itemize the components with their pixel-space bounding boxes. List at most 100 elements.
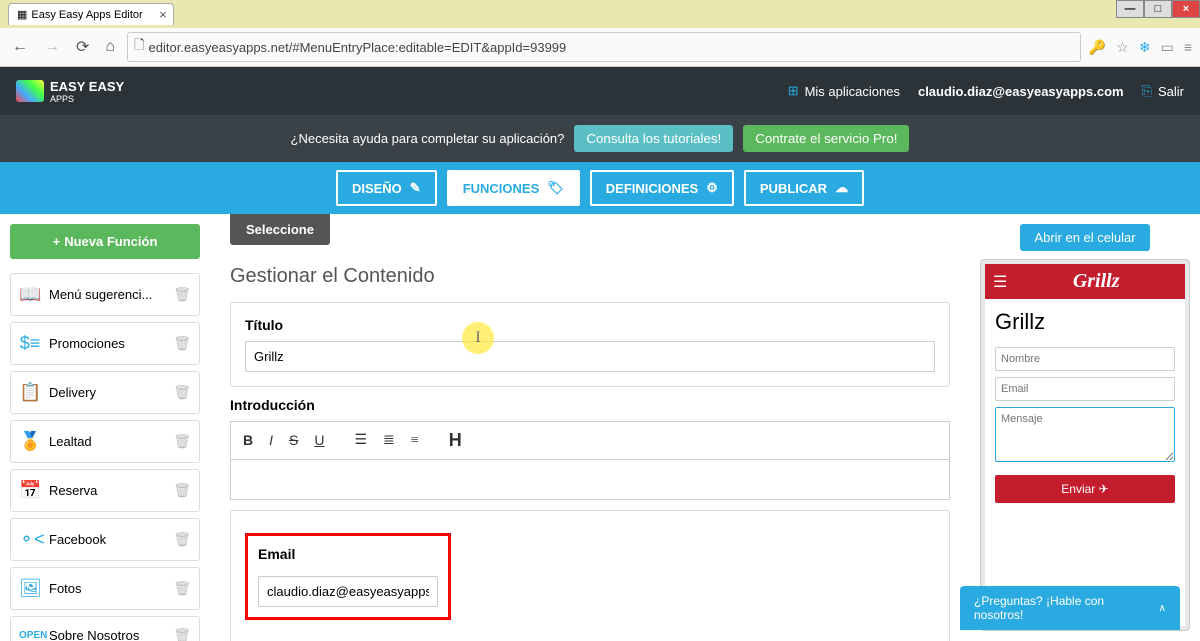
logo-text-2: APPS [50, 94, 124, 104]
trash-icon[interactable]: 🗑 [173, 433, 191, 450]
send-icon: ✈ [1099, 482, 1109, 496]
window-close[interactable]: × [1172, 0, 1200, 18]
open-mobile-button[interactable]: Abrir en el celular [1020, 224, 1149, 251]
dollar-icon: $≡ [19, 333, 41, 354]
editor-toolbar: B I S U ☰ ≣ ≡ H [230, 421, 950, 460]
cloud-icon: ☁ [835, 180, 848, 196]
sidebar-item-facebook[interactable]: ⚬<Facebook🗑 [10, 518, 200, 561]
sidebar-item-label: Menú sugerenci... [49, 287, 165, 302]
address-bar[interactable]: 🗋 editor.easyeasyapps.net/#MenuEntryPlac… [127, 32, 1081, 62]
select-tab[interactable]: Seleccione [230, 214, 330, 245]
phone-name-input[interactable] [995, 347, 1175, 371]
tab-favicon: ▦ [17, 8, 27, 21]
chevron-up-icon: ∧ [1159, 603, 1166, 614]
trash-icon[interactable]: 🗑 [173, 531, 191, 548]
intro-label: Introducción [230, 397, 950, 413]
sidebar-item-about[interactable]: OPENSobre Nosotros🗑 [10, 616, 200, 641]
grid-icon: ⊞ [788, 83, 799, 99]
sidebar-item-loyalty[interactable]: 🏅 Lealtad 🗑 [10, 420, 200, 463]
url-text: editor.easyeasyapps.net/#MenuEntryPlace:… [149, 40, 567, 55]
tab-functions[interactable]: FUNCIONES 🏷 [447, 170, 580, 206]
trash-icon[interactable]: 🗑 [173, 580, 191, 597]
phone-app-name: Grillz [1015, 270, 1177, 293]
logout-link[interactable]: ⎘ Salir [1142, 83, 1184, 99]
tab-publish[interactable]: PUBLICAR ☁ [744, 170, 864, 206]
clipboard-icon: 📋 [19, 382, 41, 403]
logo-text-1: EASY EASY [50, 79, 124, 94]
menu-icon[interactable]: ≡ [1184, 39, 1192, 56]
key-icon[interactable]: 🔑 [1089, 39, 1106, 56]
tab-publish-label: PUBLICAR [760, 181, 827, 196]
ul-button[interactable]: ☰ [348, 430, 373, 451]
hamburger-icon[interactable]: ☰ [993, 272, 1007, 292]
align-button[interactable]: ≡ [405, 431, 425, 451]
page-title: Gestionar el Contenido [230, 265, 950, 288]
forward-button[interactable]: → [40, 36, 64, 58]
title-label: Título [245, 317, 935, 333]
user-email[interactable]: claudio.diaz@easyeasyapps.com [918, 84, 1124, 99]
sidebar-item-label: Delivery [49, 385, 165, 400]
heading-button[interactable]: H [443, 428, 468, 453]
ext-icon[interactable]: ❄ [1139, 39, 1151, 56]
tab-close-icon[interactable]: × [159, 7, 167, 22]
logout-label: Salir [1158, 84, 1184, 99]
sidebar-item-label: Lealtad [49, 434, 165, 449]
ext2-icon[interactable]: ▭ [1161, 39, 1174, 56]
sidebar-item-label: Promociones [49, 336, 165, 351]
new-function-label: Nueva Función [64, 234, 157, 249]
photos-icon: 🖼 [19, 578, 41, 599]
bold-button[interactable]: B [237, 430, 259, 452]
logo-icon [16, 80, 44, 102]
phone-email-input[interactable] [995, 377, 1175, 401]
brush-icon: ✎ [410, 180, 421, 196]
tab-design-label: DISEÑO [352, 181, 402, 196]
strike-button[interactable]: S [283, 430, 304, 452]
sidebar-item-photos[interactable]: 🖼 Fotos 🗑 [10, 567, 200, 610]
pro-service-button[interactable]: Contrate el servicio Pro! [743, 125, 909, 152]
star-icon[interactable]: ☆ [1116, 39, 1129, 56]
trash-icon[interactable]: 🗑 [173, 482, 191, 499]
phone-send-button[interactable]: Enviar ✈ [995, 475, 1175, 503]
tutorials-button[interactable]: Consulta los tutoriales! [574, 125, 733, 152]
trash-icon[interactable]: 🗑 [173, 627, 191, 641]
ol-button[interactable]: ≣ [377, 430, 401, 451]
underline-button[interactable]: U [308, 430, 330, 452]
app-logo[interactable]: EASY EASY APPS [16, 79, 124, 104]
phone-message-input[interactable] [995, 407, 1175, 462]
tab-design[interactable]: DISEÑO ✎ [336, 170, 437, 206]
trash-icon[interactable]: 🗑 [173, 286, 191, 303]
ribbon-icon: 🏅 [19, 431, 41, 452]
reload-button[interactable]: ⟳ [72, 35, 93, 59]
new-function-button[interactable]: + Nueva Función [10, 224, 200, 259]
help-question: ¿Necesita ayuda para completar su aplica… [291, 131, 565, 146]
email-input[interactable] [258, 576, 438, 607]
tag-icon: 🏷 [547, 180, 564, 196]
sidebar-item-label: Reserva [49, 483, 165, 498]
trash-icon[interactable]: 🗑 [173, 335, 191, 352]
title-input[interactable] [245, 341, 935, 372]
intro-editor[interactable] [230, 460, 950, 500]
my-apps-link[interactable]: ⊞ Mis aplicaciones [788, 83, 900, 99]
window-minimize[interactable]: — [1116, 0, 1144, 18]
sidebar-item-label: Fotos [49, 581, 165, 596]
back-button[interactable]: ← [8, 36, 32, 58]
tab-functions-label: FUNCIONES [463, 181, 540, 196]
my-apps-label: Mis aplicaciones [805, 84, 900, 99]
trash-icon[interactable]: 🗑 [173, 384, 191, 401]
book-icon: 📖 [19, 284, 41, 305]
home-button[interactable]: ⌂ [101, 36, 119, 58]
sidebar-item-label: Facebook [49, 532, 165, 547]
cursor-highlight: I [462, 322, 494, 354]
email-highlight-box: Email [245, 533, 451, 620]
browser-tab[interactable]: ▦ Easy Easy Apps Editor × [8, 3, 174, 25]
sidebar-item-reserve[interactable]: 📅Reserva🗑 [10, 469, 200, 512]
italic-button[interactable]: I [263, 430, 279, 452]
sidebar-item-promos[interactable]: $≡ Promociones 🗑 [10, 322, 200, 365]
chat-widget[interactable]: ¿Preguntas? ¡Hable con nosotros! ∧ [960, 586, 1180, 630]
window-maximize[interactable]: □ [1144, 0, 1172, 18]
email-label: Email [258, 546, 438, 562]
logout-icon: ⎘ [1142, 83, 1152, 99]
sidebar-item-delivery[interactable]: 📋 Delivery 🗑 [10, 371, 200, 414]
sidebar-item-menu[interactable]: 📖 Menú sugerenci... 🗑 [10, 273, 200, 316]
tab-definitions[interactable]: DEFINICIONES ⚙ [590, 170, 734, 206]
